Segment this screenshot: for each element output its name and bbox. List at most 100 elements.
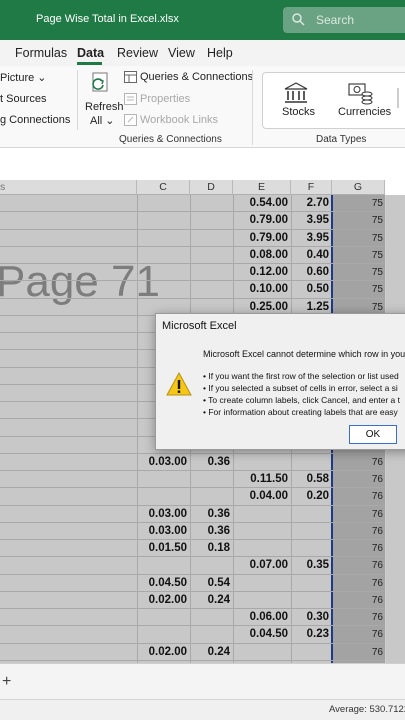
cell-e[interactable]: 0.79.00 xyxy=(250,232,288,244)
gallery-more-icon[interactable] xyxy=(397,88,405,108)
cell-f[interactable]: 0.50 xyxy=(307,283,329,295)
cell-g[interactable]: 75 xyxy=(333,198,383,209)
grid-line xyxy=(0,487,385,488)
cell-d[interactable]: 0.36 xyxy=(208,456,230,468)
cell-c[interactable]: 0.03.00 xyxy=(149,525,187,537)
column-header-c[interactable]: C xyxy=(137,180,190,195)
cell-f[interactable]: 2.70 xyxy=(307,197,329,209)
grid-line xyxy=(0,263,385,264)
cell-f[interactable]: 0.23 xyxy=(307,628,329,640)
search-box[interactable]: Search xyxy=(283,7,405,33)
workbook-links-icon xyxy=(124,114,137,126)
cell-c[interactable]: 0.02.00 xyxy=(149,646,187,658)
grid-line xyxy=(0,660,385,661)
cell-f[interactable]: 1.25 xyxy=(307,301,329,313)
ok-button[interactable]: OK xyxy=(349,425,397,444)
cell-e[interactable]: 0.04.50 xyxy=(250,628,288,640)
warning-icon xyxy=(166,371,192,396)
cell-g[interactable]: 76 xyxy=(333,509,383,520)
cell-g[interactable]: 76 xyxy=(333,647,383,658)
column-header-e[interactable]: E xyxy=(233,180,291,195)
dialog-message: Microsoft Excel cannot determine which r… xyxy=(203,349,405,359)
cell-c[interactable]: 0.03.00 xyxy=(149,508,187,520)
cell-c[interactable]: 0.02.00 xyxy=(149,594,187,606)
currencies-button[interactable]: Currencies xyxy=(338,106,391,118)
cell-g[interactable]: 75 xyxy=(333,233,383,244)
column-header-g[interactable]: G xyxy=(332,180,385,195)
cell-g[interactable]: 76 xyxy=(333,629,383,640)
grid-line xyxy=(0,453,385,454)
existing-connections-button[interactable]: g Connections xyxy=(0,114,70,126)
queries-group-label: Queries & Connections xyxy=(119,134,222,145)
cell-e[interactable]: 0.07.00 xyxy=(250,559,288,571)
from-picture-button[interactable]: Picture ⌄ xyxy=(0,71,47,84)
cell-f[interactable]: 0.30 xyxy=(307,611,329,623)
data-types-group-label: Data Types xyxy=(316,134,367,145)
cell-e[interactable]: 0.08.00 xyxy=(250,249,288,261)
cell-g[interactable]: 75 xyxy=(333,302,383,313)
cell-f[interactable]: 0.35 xyxy=(307,559,329,571)
cell-c[interactable]: 0.03.00 xyxy=(149,456,187,468)
status-bar: Average: 530.71223 xyxy=(0,699,405,720)
cell-g[interactable]: 76 xyxy=(333,474,383,485)
cell-g[interactable]: 76 xyxy=(333,612,383,623)
tab-help[interactable]: Help xyxy=(207,46,233,60)
tab-review[interactable]: Review xyxy=(117,46,158,60)
dialog-bullet: • For information about creating labels … xyxy=(203,407,398,417)
file-name[interactable]: Page Wise Total in Excel.xlsx xyxy=(36,13,179,25)
cell-d[interactable]: 0.24 xyxy=(208,594,230,606)
cell-g[interactable]: 75 xyxy=(333,284,383,295)
cell-g[interactable]: 75 xyxy=(333,215,383,226)
cell-f[interactable]: 3.95 xyxy=(307,232,329,244)
ribbon-divider xyxy=(77,70,78,130)
cell-f[interactable]: 3.95 xyxy=(307,214,329,226)
add-sheet-button[interactable]: + xyxy=(2,673,11,691)
properties-button[interactable]: Properties xyxy=(140,93,190,105)
cell-e[interactable]: 0.12.00 xyxy=(250,266,288,278)
cell-e[interactable]: 0.10.00 xyxy=(250,283,288,295)
column-header-f[interactable]: F xyxy=(291,180,332,195)
cell-g[interactable]: 76 xyxy=(333,595,383,606)
cell-g[interactable]: 76 xyxy=(333,560,383,571)
cell-e[interactable]: 0.11.50 xyxy=(250,473,288,485)
cell-d[interactable]: 0.36 xyxy=(208,508,230,520)
column-header-d[interactable]: D xyxy=(190,180,233,195)
tab-formulas[interactable]: Formulas xyxy=(15,46,67,60)
tab-view[interactable]: View xyxy=(168,46,195,60)
cell-g[interactable]: 75 xyxy=(333,267,383,278)
cell-g[interactable]: 76 xyxy=(333,543,383,554)
refresh-label: Refresh xyxy=(85,101,124,113)
dialog-bullet: • To create column labels, click Cancel,… xyxy=(203,395,401,405)
cell-g[interactable]: 76 xyxy=(333,491,383,502)
cell-f[interactable]: 0.20 xyxy=(307,490,329,502)
cell-e[interactable]: 0.79.00 xyxy=(250,214,288,226)
cell-d[interactable]: 0.36 xyxy=(208,525,230,537)
queries-connections-button[interactable]: Queries & Connections xyxy=(140,71,253,83)
cell-g[interactable]: 76 xyxy=(333,578,383,589)
cell-f[interactable]: 0.40 xyxy=(307,249,329,261)
workbook-links-button[interactable]: Workbook Links xyxy=(140,114,218,126)
cell-d[interactable]: 0.24 xyxy=(208,646,230,658)
cell-g[interactable]: 76 xyxy=(333,457,383,468)
cell-c[interactable]: 0.04.50 xyxy=(149,577,187,589)
cell-d[interactable]: 0.54 xyxy=(208,577,230,589)
cell-e[interactable]: 0.54.00 xyxy=(250,197,288,209)
ribbon: Picture ⌄ t Sources g Connections Refres… xyxy=(0,66,405,148)
dialog-bullet: • If you want the first row of the selec… xyxy=(203,371,399,381)
cell-c[interactable]: 0.01.50 xyxy=(149,542,187,554)
cell-g[interactable]: 75 xyxy=(333,250,383,261)
column-header-partial[interactable]: s xyxy=(0,180,137,195)
cell-f[interactable]: 0.58 xyxy=(307,473,329,485)
cell-e[interactable]: 0.25.00 xyxy=(250,301,288,313)
dialog-bullet: • If you selected a subset of cells in e… xyxy=(203,383,398,393)
recent-sources-button[interactable]: t Sources xyxy=(0,93,46,105)
cell-g[interactable]: 76 xyxy=(333,526,383,537)
cell-e[interactable]: 0.06.00 xyxy=(250,611,288,623)
properties-icon xyxy=(124,93,137,105)
cell-e[interactable]: 0.04.00 xyxy=(250,490,288,502)
cell-f[interactable]: 0.60 xyxy=(307,266,329,278)
tab-data[interactable]: Data xyxy=(77,46,104,60)
refresh-icon xyxy=(92,72,108,92)
stocks-button[interactable]: Stocks xyxy=(282,106,315,118)
cell-d[interactable]: 0.18 xyxy=(208,542,230,554)
